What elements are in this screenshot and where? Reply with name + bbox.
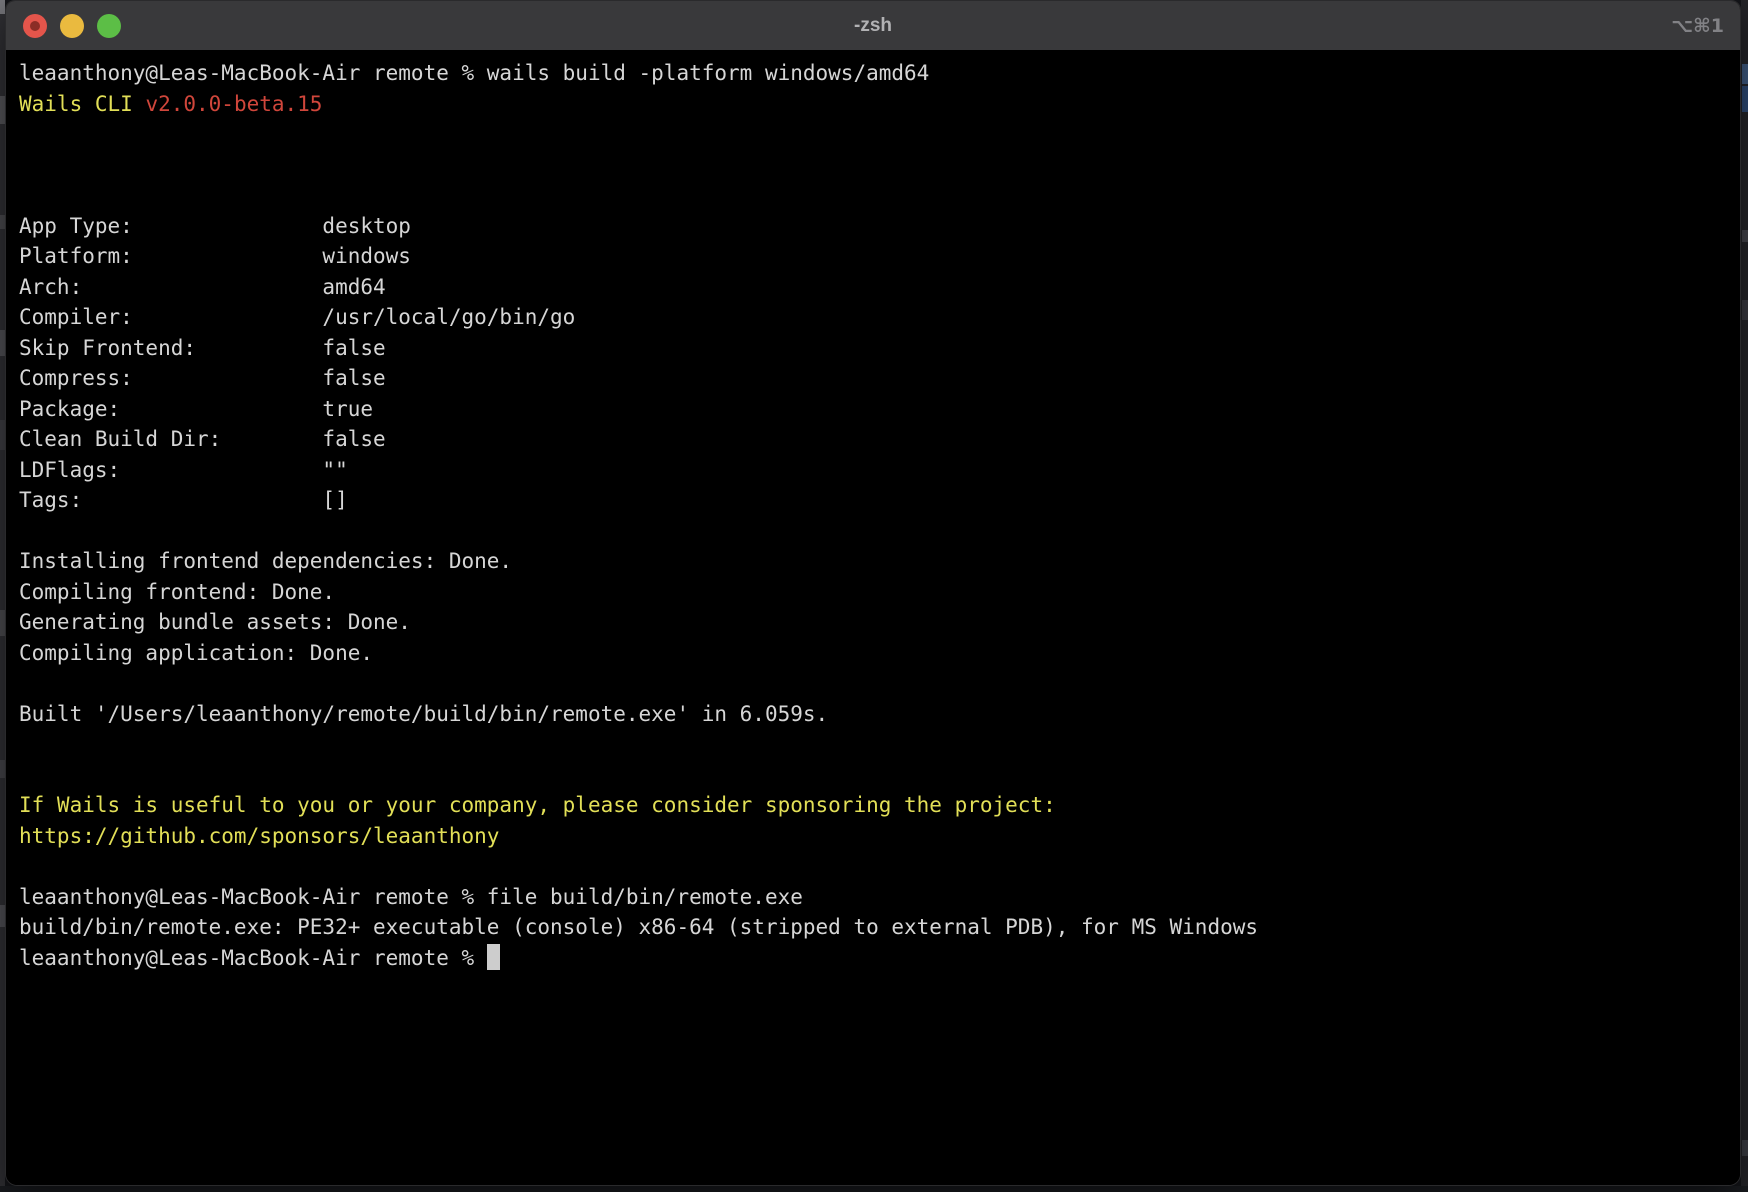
terminal-line: leaanthony@Leas-MacBook-Air remote % [19,943,1740,974]
terminal-line [19,760,1740,791]
terminal-line: App Type: desktop [19,211,1740,242]
terminal-line [19,180,1740,211]
terminal-line: Wails CLI v2.0.0-beta.15 [19,89,1740,120]
terminal-line [19,150,1740,181]
terminal-line [19,119,1740,150]
background-window-sliver-right [1741,0,1748,1192]
window-title: -zsh [6,1,1740,51]
terminal-line: Generating bundle assets: Done. [19,607,1740,638]
text-cursor [487,944,500,970]
terminal-line: build/bin/remote.exe: PE32+ executable (… [19,912,1740,943]
terminal-line: Skip Frontend: false [19,333,1740,364]
terminal-line: Arch: amd64 [19,272,1740,303]
terminal-window: -zsh ⌥⌘1 leaanthony@Leas-MacBook-Air rem… [5,0,1741,1186]
terminal-line [19,668,1740,699]
terminal-line: https://github.com/sponsors/leaanthony [19,821,1740,852]
terminal-line: Clean Build Dir: false [19,424,1740,455]
title-bar[interactable]: -zsh ⌥⌘1 [6,1,1740,51]
terminal-line: leaanthony@Leas-MacBook-Air remote % wai… [19,58,1740,89]
tab-shortcut-badge: ⌥⌘1 [1671,1,1724,51]
desktop-background-strip [0,1186,1748,1192]
terminal-line: Platform: windows [19,241,1740,272]
terminal-line: If Wails is useful to you or your compan… [19,790,1740,821]
terminal-line: LDFlags: "" [19,455,1740,486]
terminal-line: Installing frontend dependencies: Done. [19,546,1740,577]
terminal-line [19,729,1740,760]
terminal-screen[interactable]: leaanthony@Leas-MacBook-Air remote % wai… [6,52,1740,1185]
terminal-line: Built '/Users/leaanthony/remote/build/bi… [19,699,1740,730]
terminal-line [19,516,1740,547]
terminal-line: Compiling frontend: Done. [19,577,1740,608]
terminal-line: Package: true [19,394,1740,425]
terminal-line: Compress: false [19,363,1740,394]
terminal-line: Compiler: /usr/local/go/bin/go [19,302,1740,333]
terminal-line [19,851,1740,882]
terminal-line: Compiling application: Done. [19,638,1740,669]
terminal-line: leaanthony@Leas-MacBook-Air remote % fil… [19,882,1740,913]
terminal-line: Tags: [] [19,485,1740,516]
